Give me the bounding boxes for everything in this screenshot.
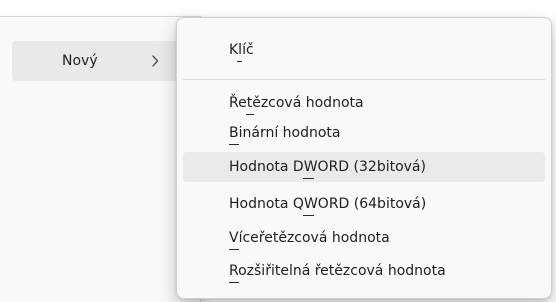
menu-separator	[183, 79, 545, 80]
submenu-item-qword-value-label: Hodnota QWORD (64bitová)	[229, 196, 427, 212]
mnemonic-underline	[303, 178, 314, 179]
registry-context-menu-scene: Nový Klíč Řetězcová hodnota Binární hodn…	[0, 0, 556, 302]
submenu-item-qword-value[interactable]: Hodnota QWORD (64bitová)	[183, 189, 545, 219]
submenu-item-binary-value-label: Binární hodnota	[229, 125, 341, 141]
submenu-item-string-value[interactable]: Řetězcová hodnota	[183, 88, 545, 118]
submenu-item-multi-string-value-label: Víceřetězcová hodnota	[229, 230, 390, 246]
submenu-item-dword-value-label: Hodnota DWORD (32bitová)	[229, 159, 426, 175]
mnemonic-underline	[229, 144, 239, 145]
submenu-item-key[interactable]: Klíč	[183, 35, 545, 65]
submenu-item-key-label: Klíč	[229, 42, 254, 58]
submenu-item-expandable-string-value-label: Rozšiřitelná řetězcová hodnota	[229, 263, 446, 279]
mnemonic-underline	[237, 61, 242, 62]
mnemonic-underline	[303, 215, 314, 216]
menu-item-new-label: Nový	[62, 53, 98, 69]
submenu-item-binary-value[interactable]: Binární hodnota	[183, 118, 545, 148]
submenu-item-dword-value[interactable]: Hodnota DWORD (32bitová)	[183, 152, 545, 182]
parent-context-menu: Nový	[0, 16, 201, 302]
chevron-right-icon	[148, 51, 162, 71]
mnemonic-underline	[246, 114, 254, 115]
mnemonic-underline	[229, 249, 239, 250]
menu-item-new[interactable]: Nový	[12, 41, 192, 81]
mnemonic-underline	[229, 282, 239, 283]
submenu-item-multi-string-value[interactable]: Víceřetězcová hodnota	[183, 223, 545, 253]
submenu-item-string-value-label: Řetězcová hodnota	[229, 95, 364, 111]
submenu-item-expandable-string-value[interactable]: Rozšiřitelná řetězcová hodnota	[183, 256, 545, 286]
new-submenu: Klíč Řetězcová hodnota Binární hodnota H…	[176, 17, 552, 299]
